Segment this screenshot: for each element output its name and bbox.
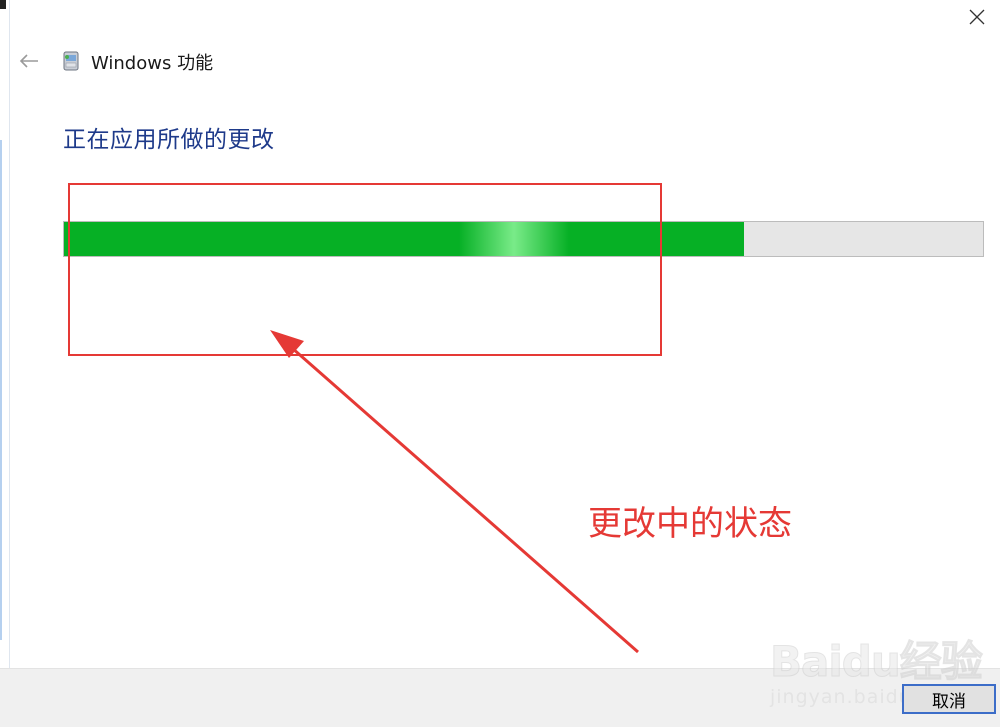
back-arrow-icon <box>19 54 38 68</box>
annotation-highlight-box <box>68 183 662 356</box>
close-icon <box>969 9 985 25</box>
edge-border-highlight <box>0 140 2 640</box>
status-heading: 正在应用所做的更改 <box>63 127 275 153</box>
annotation-arrow-icon <box>270 330 639 654</box>
progress-bar <box>63 221 984 257</box>
dialog-footer <box>0 668 1000 727</box>
edge-fragment <box>0 0 6 9</box>
annotation-caption: 更改中的状态 <box>588 504 792 544</box>
close-button[interactable] <box>954 0 1000 34</box>
window-title: Windows 功能 <box>91 53 214 74</box>
progress-bar-fill <box>64 222 745 256</box>
background-window-edge <box>0 0 10 668</box>
progress-bar-shine <box>459 222 569 256</box>
back-button[interactable] <box>14 48 44 74</box>
cancel-button[interactable]: 取消 <box>902 684 996 714</box>
windows-features-icon <box>61 50 81 72</box>
